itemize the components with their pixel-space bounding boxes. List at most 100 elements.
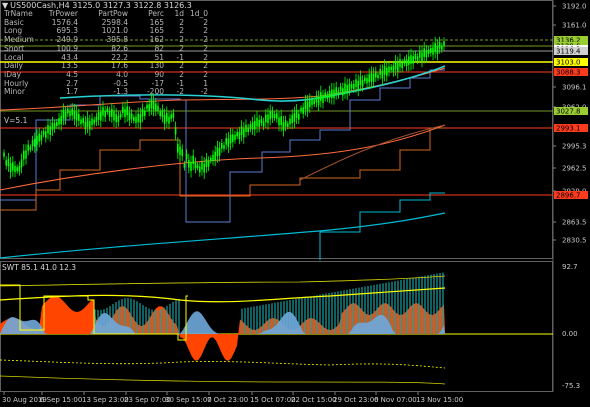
price-tag-label: 2993.1: [556, 125, 581, 133]
candle-body: [315, 95, 318, 103]
candle-body: [368, 74, 370, 83]
candle-body: [31, 140, 34, 147]
candle-body: [102, 107, 104, 116]
candle-body: [339, 86, 342, 92]
candle-body: [291, 115, 293, 124]
time-tick-label: 13 Sep 23:00: [82, 396, 129, 404]
price-tick-label: 3192.0: [562, 3, 587, 11]
price-axis: 3192.03161.03096.13062.02995.32962.52929…: [553, 3, 588, 245]
candle-body: [64, 111, 67, 120]
candle-body: [359, 76, 362, 85]
candle-body: [443, 41, 445, 47]
osc-tick-label: 0.00: [562, 330, 578, 338]
candle-body: [401, 62, 403, 69]
candle-body: [45, 131, 47, 138]
candle-body: [47, 124, 49, 134]
candle-body: [427, 49, 430, 55]
candle-body: [216, 147, 219, 157]
candle-body: [159, 111, 161, 116]
candle-body: [111, 108, 113, 117]
candle-body: [306, 101, 309, 111]
oscillator-axis: 92.7 0.00 -75.3: [562, 263, 580, 390]
candle-body: [190, 162, 192, 172]
candle-body: [390, 66, 392, 71]
candle-body: [166, 112, 168, 122]
candle-body: [181, 149, 183, 157]
ma-long-line: [0, 124, 446, 191]
candle-body: [210, 157, 212, 162]
candle-body: [267, 114, 269, 124]
candle-body: [260, 118, 263, 124]
candle-body: [425, 50, 428, 58]
candle-body: [84, 121, 87, 130]
price-tag: 3119.4: [554, 47, 588, 56]
candle-body: [174, 127, 177, 135]
candle-body: [14, 165, 16, 173]
candle-body: [93, 119, 95, 124]
candle-body: [227, 138, 230, 147]
candle-body: [295, 110, 298, 118]
ma-base-line: [0, 212, 446, 259]
candle-body: [51, 122, 54, 131]
main-panel-frame: [0, 0, 553, 259]
candle-body: [205, 158, 208, 167]
time-tick-label: 22 Oct 15:00: [291, 396, 337, 404]
candle-body: [146, 104, 148, 109]
candle-body: [335, 87, 337, 95]
candle-body: [108, 111, 111, 117]
candle-body: [130, 113, 133, 119]
candle-body: [203, 163, 205, 173]
candle-body: [7, 158, 10, 167]
candle-body: [152, 101, 155, 110]
candle-body: [379, 68, 381, 75]
candle-body: [119, 114, 122, 118]
time-axis: 30 Aug 20196 Sep 15:00 13 Sep 23:0023 Sep…: [2, 392, 463, 404]
candle-body: [421, 52, 423, 61]
candle-body: [218, 147, 221, 156]
candle-body: [254, 120, 256, 130]
candle-body: [133, 117, 135, 121]
candle-body: [71, 108, 73, 116]
candle-body: [194, 162, 197, 169]
price-tag-label: 3119.4: [556, 48, 581, 56]
osc-tick-label: -75.3: [562, 382, 580, 390]
candle-body: [423, 48, 425, 57]
candle-body: [155, 103, 157, 111]
candle-body: [392, 65, 395, 72]
candle-body: [249, 124, 252, 129]
candle-body: [20, 159, 23, 168]
time-tick-label: 30 Sep 15:00: [165, 396, 212, 404]
candle-body: [139, 114, 142, 124]
candle-body: [75, 112, 78, 121]
candle-body: [430, 48, 432, 53]
candle-body: [388, 66, 390, 73]
candle-body: [324, 92, 326, 98]
candle-body: [284, 120, 287, 127]
price-tick-label: 2995.3: [562, 143, 587, 151]
candle-body: [9, 163, 12, 173]
price-tag: 2993.1: [554, 124, 588, 133]
candle-body: [91, 118, 93, 126]
candle-body: [350, 84, 353, 89]
price-tick-label: 2830.5: [562, 237, 587, 245]
price-tick-label: 2863.5: [562, 219, 587, 227]
candle-body: [223, 144, 225, 149]
time-tick-label: 13 Nov 15:00: [416, 396, 463, 404]
price-tag-label: 3103.0: [556, 59, 581, 67]
candle-body: [278, 117, 280, 126]
time-tick-label: 6 Sep 15:00: [40, 396, 82, 404]
candle-body: [412, 56, 414, 64]
time-tick-label: 23 Sep 07:00: [124, 396, 171, 404]
candle-body: [60, 115, 62, 125]
candle-body: [346, 85, 348, 94]
price-tick-label: 3161.0: [562, 22, 587, 30]
chart-canvas[interactable]: 3192.03161.03096.13062.02995.32962.52929…: [0, 0, 590, 407]
candle-body: [42, 131, 45, 135]
candle-body: [225, 138, 227, 145]
candle-body: [188, 159, 190, 168]
candle-body: [212, 154, 214, 162]
candle-body: [375, 71, 377, 78]
candle-body: [56, 121, 58, 127]
candle-body: [331, 89, 333, 99]
cyan-step-line: [319, 192, 445, 260]
